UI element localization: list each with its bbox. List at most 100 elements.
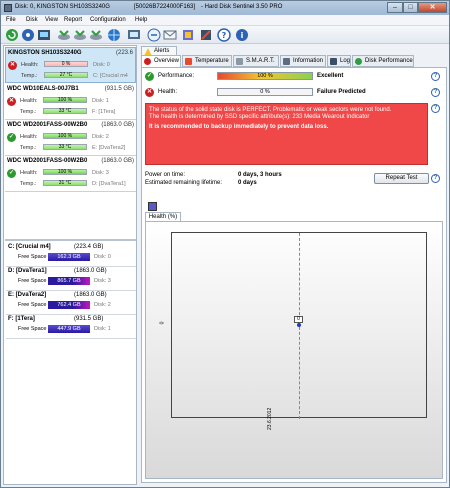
disk-size: (1863.0 GB) [101, 122, 134, 128]
free-space-label: Free Space [18, 302, 47, 308]
tab-log[interactable]: Log [327, 55, 351, 67]
partition-disk: Disk: 0 [94, 254, 111, 260]
health-label: Health: [20, 134, 38, 140]
menu-help[interactable]: Help [135, 17, 147, 23]
monitor-icon[interactable] [127, 28, 141, 42]
refresh-icon[interactable] [5, 28, 19, 42]
disk-list-panel: KINGSTON SH103S3240G (223.6 ✕ Health: 0 … [3, 45, 137, 485]
disk-partitions: C: [Crucial m4 [93, 73, 128, 79]
temp-label: Temp.: [20, 109, 37, 115]
partition-item[interactable]: C: [Crucial m4] (223.4 GB) Free Space 16… [6, 243, 136, 267]
status-message: The status of the solid state disk is PE… [145, 103, 428, 165]
message-line: The status of the solid state disk is PE… [149, 107, 392, 113]
partition-size: (1863.0 GB) [74, 268, 107, 274]
y-tick-label: 0 [159, 321, 166, 325]
free-space-label: Free Space [18, 278, 47, 284]
app-window: Disk: 0, KINGSTON SH103S3240G [50026B722… [0, 0, 450, 488]
disk-card-1[interactable]: WDC WD10EALS-00J7B1 (931.5 GB) ✕ Health:… [5, 84, 136, 120]
palette-icon[interactable] [181, 28, 195, 42]
help-icon[interactable]: ? [431, 104, 440, 113]
partition-item[interactable]: E: [DvaTera2] (1863.0 GB) Free Space 762… [6, 291, 136, 315]
minimize-button[interactable]: – [387, 2, 403, 13]
disk-card-0[interactable]: KINGSTON SH103S3240G (223.6 ✕ Health: 0 … [5, 47, 136, 83]
temp-bar: 33 °C [43, 108, 87, 114]
tab-smart[interactable]: S.M.A.R.T. [233, 55, 279, 67]
message-line: The health is determined by SSD specific… [149, 114, 370, 120]
partition-name: D: [DvaTera1] [8, 268, 47, 274]
menu-bar: File Disk View Report Configuration Help [1, 15, 449, 26]
settings-icon[interactable] [89, 28, 103, 42]
partition-disk: Disk: 1 [94, 326, 111, 332]
toolbar: ? i [1, 26, 449, 44]
disk-size: (223.6 [115, 50, 133, 56]
disk-size: (931.5 GB) [104, 86, 134, 92]
alarm-icon[interactable] [199, 28, 213, 42]
temp-label: Temp.: [21, 73, 38, 79]
mail-icon[interactable] [163, 28, 177, 42]
info-icon [283, 58, 290, 65]
schedule-icon[interactable] [57, 28, 71, 42]
partition-size: (223.4 GB) [74, 244, 104, 250]
globe-icon[interactable] [107, 28, 121, 42]
free-space-bar: 162.3 GB [48, 253, 90, 261]
free-space-bar: 865.7 GB [48, 277, 90, 285]
status-bad-icon: ✕ [145, 88, 154, 97]
maximize-button[interactable]: □ [403, 2, 418, 13]
partition-item[interactable]: D: [DvaTera1] (1863.0 GB) Free Space 865… [6, 267, 136, 291]
partition-name: C: [Crucial m4] [8, 244, 51, 250]
partition-name: E: [DvaTera2] [8, 292, 47, 298]
disk-index: Disk: 1 [92, 98, 109, 104]
report-icon[interactable] [37, 28, 51, 42]
tab-label: Information [293, 58, 324, 64]
help-icon[interactable]: ? [217, 28, 231, 42]
disk-name: KINGSTON SH103S3240G [8, 50, 82, 56]
power-on-value: 0 days, 3 hours [238, 172, 282, 178]
tab-label: S.M.A.R.T. [246, 58, 275, 64]
disk-card-2[interactable]: WDC WD2001FASS-00W2B0 (1863.0 GB) ✓ Heal… [5, 120, 136, 156]
health-label: Health: [21, 62, 39, 68]
health-chart: 0 0 23.6.2012 [145, 221, 443, 479]
performance-status: Excellent [317, 73, 344, 79]
gauge-icon [355, 58, 362, 65]
partition-item[interactable]: F: [1Tera] (931.5 GB) Free Space 447.9 G… [6, 315, 136, 339]
health-bar: 100 % [43, 169, 87, 175]
update-icon[interactable] [147, 28, 161, 42]
tab-information[interactable]: Information [280, 55, 326, 67]
menu-configuration[interactable]: Configuration [90, 17, 126, 23]
temp-bar: 27 °C [44, 72, 88, 78]
health-bar: 0 % [217, 88, 313, 96]
tab-label: Overview [154, 58, 180, 64]
chip-icon [236, 58, 243, 65]
disk-size: (1863.0 GB) [101, 158, 134, 164]
repeat-test-button[interactable]: Repeat Test [374, 173, 429, 184]
save-icon[interactable] [148, 202, 157, 211]
health-bar: 100 % [43, 97, 87, 103]
free-space-label: Free Space [18, 326, 47, 332]
tools-icon[interactable] [73, 28, 87, 42]
menu-disk[interactable]: Disk [26, 17, 38, 23]
tab-disk-performance[interactable]: Disk Performance [352, 55, 414, 67]
tab-temperature[interactable]: Temperature [182, 55, 232, 67]
menu-report[interactable]: Report [64, 17, 82, 23]
disk-card-3[interactable]: WDC WD2001FASS-00W2B0 (1863.0 GB) ✓ Heal… [5, 156, 136, 192]
info-icon[interactable]: i [235, 28, 249, 42]
status-bad-icon: ✕ [8, 61, 17, 70]
title-bar[interactable]: Disk: 0, KINGSTON SH103S3240G [50026B722… [1, 1, 449, 15]
disk-name: WDC WD2001FASS-00W2B0 [7, 122, 88, 128]
partition-list: C: [Crucial m4] (223.4 GB) Free Space 16… [5, 239, 136, 339]
help-icon[interactable]: ? [431, 72, 440, 81]
thermometer-icon [185, 58, 192, 65]
performance-bar: 100 % [217, 72, 313, 80]
disk-icon[interactable] [21, 28, 35, 42]
menu-file[interactable]: File [6, 17, 16, 23]
data-point [297, 323, 301, 327]
free-space-bar: 447.9 GB [48, 325, 90, 333]
error-icon [144, 58, 151, 65]
menu-view[interactable]: View [45, 17, 58, 23]
help-icon[interactable]: ? [431, 174, 440, 183]
tab-label: Log [340, 58, 351, 64]
help-icon[interactable]: ? [431, 88, 440, 97]
close-button[interactable]: ✕ [418, 2, 447, 13]
tab-strip: Overview Temperature S.M.A.R.T. Informat… [140, 55, 448, 68]
free-space-label: Free Space [18, 254, 47, 260]
